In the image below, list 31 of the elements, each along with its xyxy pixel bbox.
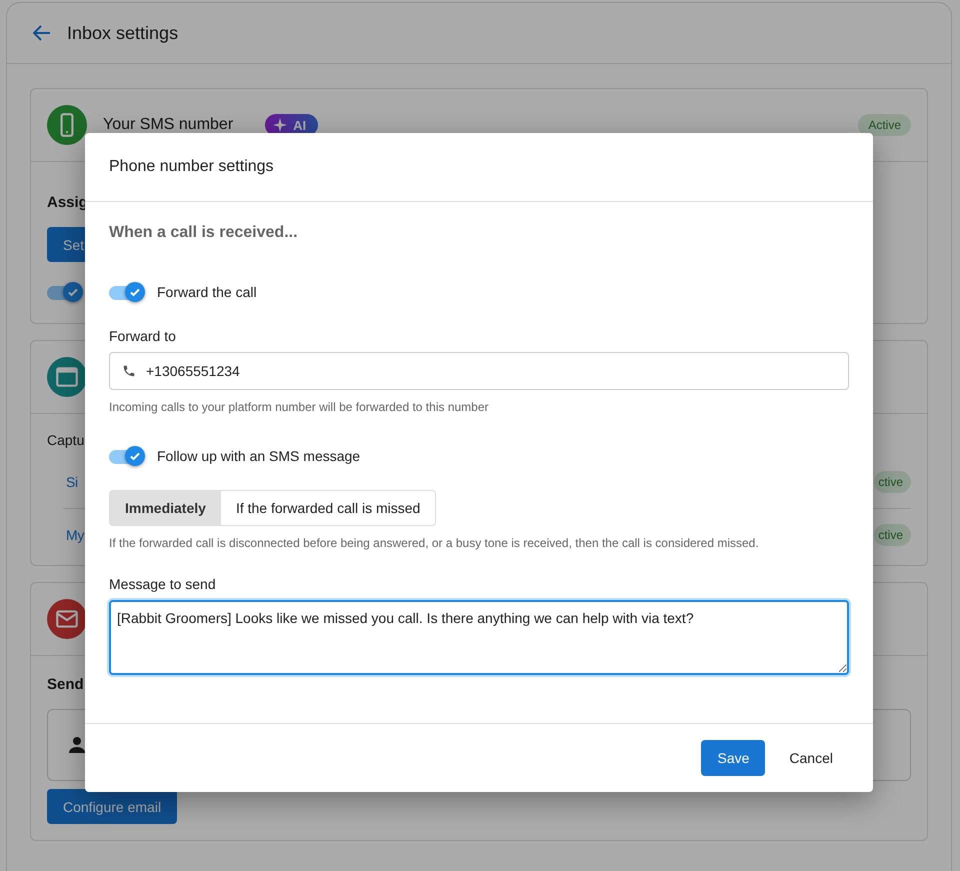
section-heading: When a call is received... [109, 224, 299, 242]
message-field[interactable]: [Rabbit Groomers] Looks like we missed you call. Is there anything we can help with via text? [109, 600, 849, 675]
card-title: Your SMS number [103, 116, 234, 134]
field-label: Forward to [109, 328, 177, 344]
check-icon [67, 286, 79, 298]
section-title: Send [47, 676, 85, 693]
field-label: Message to send [109, 576, 217, 592]
segment-option[interactable]: Immediately [110, 491, 221, 525]
toggle-label: Follow up with an SMS message [157, 448, 360, 464]
toggle-label: Forward the call [157, 284, 257, 300]
phone-input-field[interactable]: +13065551234 [109, 352, 849, 390]
check-icon [129, 286, 141, 298]
status-badge: ctive [874, 471, 911, 493]
dialog-title: Phone number settings [85, 133, 873, 202]
toggle-switch[interactable] [109, 282, 145, 302]
phone-icon [122, 364, 136, 378]
configure-email-button[interactable]: Configure email [47, 789, 178, 824]
phone-icon [47, 105, 87, 145]
status-badge: Active [858, 114, 911, 136]
helper-text: If the forwarded call is disconnected before being answered, or a busy tone is received, then the call is considered missed. [109, 536, 760, 550]
person-icon [68, 736, 86, 754]
cancel-button[interactable]: Cancel [773, 740, 849, 776]
save-button[interactable]: Save [701, 740, 766, 776]
status-badge: ctive [874, 524, 911, 546]
back-icon[interactable] [33, 25, 51, 41]
toggle-switch[interactable] [109, 446, 145, 466]
check-icon [129, 450, 141, 462]
section-label: Captu [47, 432, 86, 448]
toggle-switch[interactable] [47, 282, 83, 302]
page-title: Inbox settings [67, 22, 178, 44]
helper-text: Incoming calls to your platform number will be forwarded to this number [109, 400, 490, 414]
